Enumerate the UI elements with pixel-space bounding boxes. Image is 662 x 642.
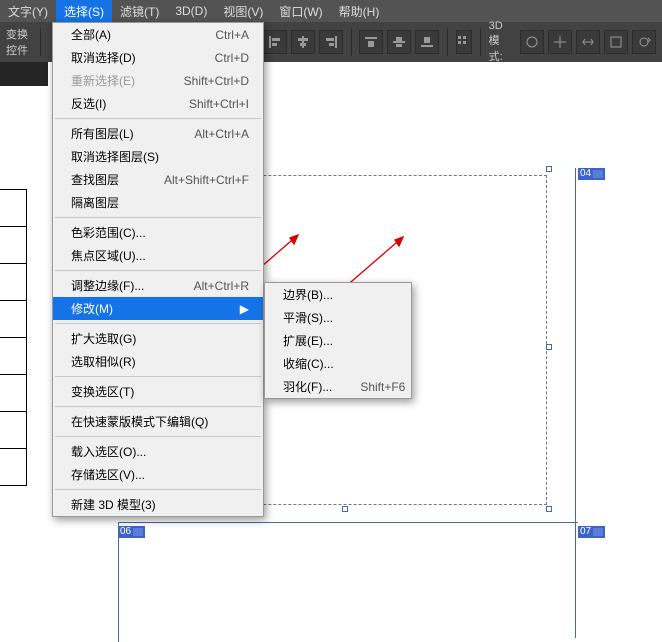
menu-item[interactable]: 全部(A) Ctrl+A — [53, 23, 263, 46]
menu-separator — [55, 406, 261, 407]
menu-item[interactable]: 反选(I) Shift+Ctrl+I — [53, 92, 263, 115]
menu-item[interactable]: 收缩(C)... — [265, 352, 411, 375]
menu-item-label: 选取相似(R) — [71, 353, 136, 370]
menu-item-label: 新建 3D 模型(3) — [71, 496, 156, 513]
menu-item-label: 取消选择图层(S) — [71, 148, 159, 165]
menu-shortcut: Ctrl+D — [187, 51, 249, 65]
menu-item[interactable]: 取消选择(D) Ctrl+D — [53, 46, 263, 69]
menu-separator — [55, 376, 261, 377]
menu-item[interactable]: 调整边缘(F)... Alt+Ctrl+R — [53, 274, 263, 297]
menu-item-label: 所有图层(L) — [71, 125, 134, 142]
menu-item[interactable]: 存储选区(V)... — [53, 463, 263, 486]
menu-item[interactable]: 扩大选取(G) — [53, 327, 263, 350]
menu-item[interactable]: 边界(B)... — [265, 283, 411, 306]
menu-item-label: 收缩(C)... — [283, 355, 334, 372]
menu-separator — [55, 436, 261, 437]
menu-shortcut: Alt+Shift+Ctrl+F — [136, 173, 249, 187]
menu-separator — [55, 270, 261, 271]
menu-item-label: 隔离图层 — [71, 194, 119, 211]
menu-item-label: 存储选区(V)... — [71, 466, 145, 483]
modify-submenu: 边界(B)... 平滑(S)... 扩展(E)... 收缩(C)... 羽化(F)...… — [264, 282, 412, 399]
menu-item-label: 羽化(F)... — [283, 378, 332, 395]
menu-item[interactable]: 修改(M) ▶ — [53, 297, 263, 320]
menu-item[interactable]: 载入选区(O)... — [53, 440, 263, 463]
menu-item-label: 扩大选取(G) — [71, 330, 136, 347]
menu-separator — [55, 217, 261, 218]
menu-item[interactable]: 选取相似(R) — [53, 350, 263, 373]
menu-item[interactable]: 取消选择图层(S) — [53, 145, 263, 168]
menu-item-label: 载入选区(O)... — [71, 443, 146, 460]
menu-item-label: 边界(B)... — [283, 286, 333, 303]
menu-item[interactable]: 羽化(F)...Shift+F6 — [265, 375, 411, 398]
menu-item[interactable]: 新建 3D 模型(3) — [53, 493, 263, 516]
menu-separator — [55, 118, 261, 119]
menu-item[interactable]: 焦点区域(U)... — [53, 244, 263, 267]
menu-item: 重新选择(E) Shift+Ctrl+D — [53, 69, 263, 92]
menu-item[interactable]: 隔离图层 — [53, 191, 263, 214]
menu-item-label: 取消选择(D) — [71, 49, 136, 66]
menu-item[interactable]: 扩展(E)... — [265, 329, 411, 352]
menu-item[interactable]: 色彩范围(C)... — [53, 221, 263, 244]
menu-item-label: 修改(M) — [71, 300, 113, 317]
select-menu-dropdown: 全部(A) Ctrl+A 取消选择(D) Ctrl+D 重新选择(E) Shift+Ctr… — [52, 22, 264, 517]
menu-separator — [55, 489, 261, 490]
menu-shortcut: Alt+Ctrl+R — [166, 279, 249, 293]
menu-item[interactable]: 在快速蒙版模式下编辑(Q) — [53, 410, 263, 433]
menu-item-label: 扩展(E)... — [283, 332, 333, 349]
menu-shortcut: Shift+Ctrl+I — [161, 97, 249, 111]
menu-item-label: 变换选区(T) — [71, 383, 134, 400]
menu-item[interactable]: 所有图层(L) Alt+Ctrl+A — [53, 122, 263, 145]
menu-item[interactable]: 平滑(S)... — [265, 306, 411, 329]
menu-item-label: 在快速蒙版模式下编辑(Q) — [71, 413, 208, 430]
menu-shortcut: Ctrl+A — [187, 28, 249, 42]
menu-shortcut: Shift+F6 — [332, 380, 405, 394]
menu-item-label: 色彩范围(C)... — [71, 224, 146, 241]
menu-item-label: 平滑(S)... — [283, 309, 333, 326]
menu-item-label: 反选(I) — [71, 95, 106, 112]
menu-separator — [55, 323, 261, 324]
menu-item-label: 调整边缘(F)... — [71, 277, 144, 294]
menu-item-label: 焦点区域(U)... — [71, 247, 146, 264]
menu-shortcut: Shift+Ctrl+D — [156, 74, 249, 88]
menu-item[interactable]: 变换选区(T) — [53, 380, 263, 403]
menu-shortcut: Alt+Ctrl+A — [166, 127, 249, 141]
menu-item-label: 全部(A) — [71, 26, 111, 43]
menu-item-label: 重新选择(E) — [71, 72, 135, 89]
menu-item-label: 查找图层 — [71, 171, 119, 188]
submenu-arrow-icon: ▶ — [220, 302, 249, 316]
menu-item[interactable]: 查找图层 Alt+Shift+Ctrl+F — [53, 168, 263, 191]
